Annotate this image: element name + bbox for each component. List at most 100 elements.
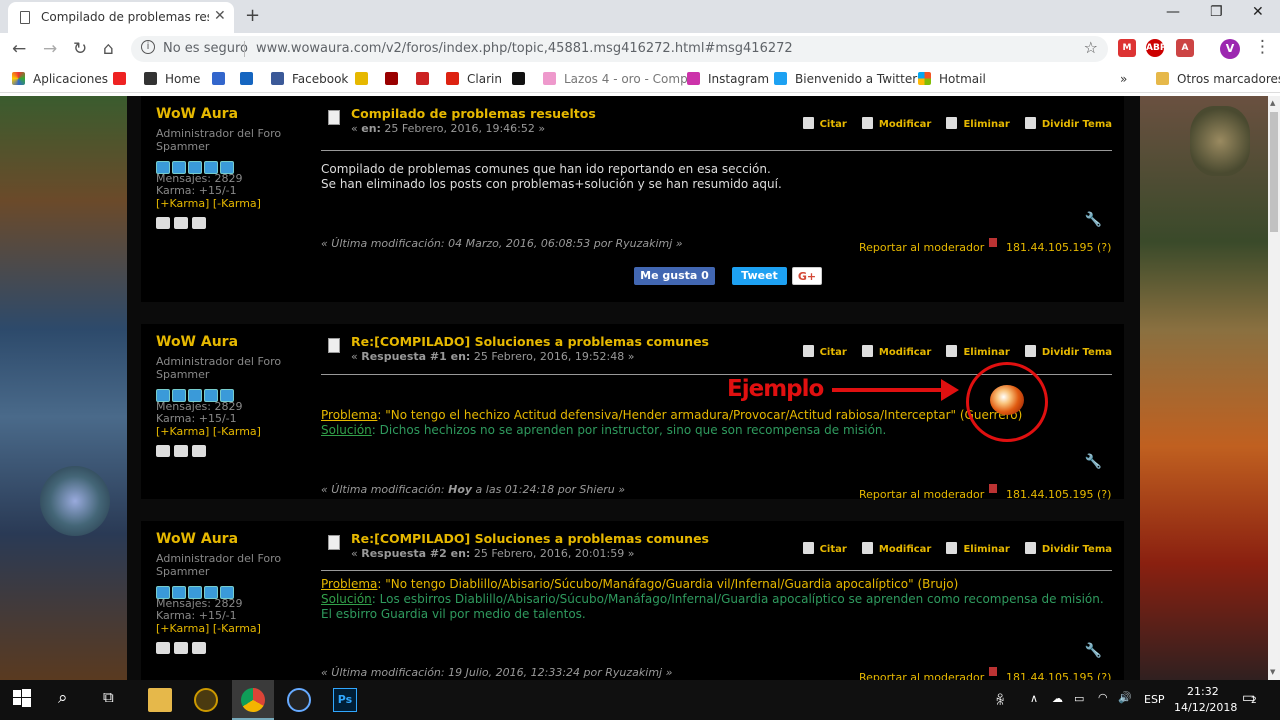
language-indicator[interactable]: ESP <box>1144 693 1165 706</box>
back-icon[interactable]: ← <box>12 39 26 59</box>
info-icon[interactable]: i <box>141 40 155 54</box>
email-icon[interactable] <box>174 217 188 229</box>
author-name[interactable]: WoW Aura <box>156 531 306 547</box>
delete-button[interactable]: Eliminar <box>946 542 1010 555</box>
profile-icon[interactable] <box>156 445 170 457</box>
scrollbar[interactable]: ▲ ▼ <box>1268 96 1280 680</box>
split-button[interactable]: Dividir Tema <box>1024 345 1112 358</box>
battery-icon[interactable]: ▭ <box>1074 692 1084 705</box>
minimize-icon[interactable]: — <box>1166 4 1180 20</box>
task-view-icon[interactable]: ⧉ <box>103 688 127 712</box>
edit-button[interactable]: Modificar <box>861 542 931 555</box>
bookmark-hotmail[interactable]: Hotmail <box>918 72 986 86</box>
post-title[interactable]: Re:[COMPILADO] Soluciones a problemas co… <box>351 334 709 349</box>
bookmark-j[interactable] <box>512 72 533 86</box>
bookmark-twitter[interactable]: Bienvenido a Twitter <box>774 72 917 86</box>
wrench-icon[interactable]: 🔧 <box>1085 643 1102 659</box>
close-tab-icon[interactable]: ✕ <box>214 8 226 24</box>
report-link[interactable]: Reportar al moderador <box>859 241 984 254</box>
tweet-button[interactable]: Tweet <box>732 267 787 285</box>
file-explorer-icon[interactable] <box>148 688 172 712</box>
clock-time[interactable]: 21:32 <box>1187 685 1219 698</box>
windows-start-icon[interactable] <box>12 688 36 712</box>
bookmark-apps[interactable]: Aplicaciones <box>12 72 108 86</box>
wrench-icon[interactable]: 🔧 <box>1085 212 1102 228</box>
bookmark-lazos[interactable]: Lazos 4 - oro - Comp <box>543 72 688 86</box>
pm-icon[interactable] <box>192 445 206 457</box>
profile-icon[interactable] <box>156 642 170 654</box>
tray-arrow-icon[interactable]: ∧ <box>1030 692 1038 705</box>
wifi-icon[interactable]: ◠ <box>1098 691 1108 704</box>
edit-button[interactable]: Modificar <box>861 117 931 130</box>
ip-address[interactable]: 181.44.105.195 (?) <box>1006 241 1111 254</box>
wow-launcher-icon[interactable] <box>194 688 218 712</box>
quote-button[interactable]: Citar <box>802 117 847 130</box>
bookmark-game[interactable] <box>385 72 406 86</box>
bookmark-m[interactable] <box>416 72 437 86</box>
clock-date[interactable]: 14/12/2018 <box>1174 701 1237 714</box>
search-icon[interactable]: ⌕ <box>58 688 82 712</box>
delete-button[interactable]: Eliminar <box>946 117 1010 130</box>
pdf-extension-icon[interactable]: A <box>1176 39 1194 57</box>
ip-address[interactable]: 181.44.105.195 (?) <box>1006 488 1111 501</box>
post-title[interactable]: Compilado de problemas resueltos <box>351 106 596 121</box>
maximize-icon[interactable]: ❐ <box>1210 4 1223 20</box>
email-icon[interactable] <box>174 642 188 654</box>
like-button[interactable]: Me gusta 0 <box>634 267 715 285</box>
karma-links[interactable]: [+Karma] [-Karma] <box>156 425 306 438</box>
email-icon[interactable] <box>174 445 188 457</box>
bookmark-star-icon[interactable]: ☆ <box>1084 38 1098 57</box>
karma-links[interactable]: [+Karma] [-Karma] <box>156 622 306 635</box>
bookmark-home[interactable]: Home <box>144 72 200 86</box>
bookmark-instagram[interactable]: Instagram <box>687 72 769 86</box>
volume-icon[interactable]: 🔊 <box>1118 691 1132 704</box>
bookmark-clarin[interactable]: Clarin <box>446 72 502 86</box>
author-name[interactable]: WoW Aura <box>156 106 306 122</box>
taskbar: ⌕ ⧉ Ps ꆜ ∧ ☁ ▭ ◠ 🔊 ESP 21:32 14/12/2018 … <box>0 680 1280 720</box>
report-link[interactable]: Reportar al moderador <box>859 671 984 680</box>
address-bar[interactable]: i No es seguro www.wowaura.com/v2/foros/… <box>131 36 1108 62</box>
split-button[interactable]: Dividir Tema <box>1024 542 1112 555</box>
scroll-thumb[interactable] <box>1270 112 1278 232</box>
author-name[interactable]: WoW Aura <box>156 334 306 350</box>
more-bookmarks-icon[interactable]: » <box>1120 72 1127 86</box>
gplus-button[interactable]: G+ <box>792 267 822 285</box>
other-bookmarks[interactable]: Otros marcadores <box>1156 72 1280 86</box>
split-button[interactable]: Dividir Tema <box>1024 117 1112 130</box>
pm-icon[interactable] <box>192 217 206 229</box>
forward-icon[interactable]: → <box>43 39 57 59</box>
chrome-taskbar-button[interactable] <box>232 680 274 720</box>
karma-links[interactable]: [+Karma] [-Karma] <box>156 197 306 210</box>
bookmark-site[interactable] <box>212 72 233 86</box>
cloud-icon[interactable]: ☁ <box>1052 692 1063 705</box>
delete-button[interactable]: Eliminar <box>946 345 1010 358</box>
bookmark-facebook[interactable]: Facebook <box>271 72 348 86</box>
bookmark-t[interactable] <box>240 72 261 86</box>
profile-icon[interactable] <box>156 217 170 229</box>
bookmark-bird[interactable] <box>355 72 376 86</box>
reload-icon[interactable]: ↻ <box>73 39 87 59</box>
menu-icon[interactable]: ⋮ <box>1254 37 1271 57</box>
new-tab-icon[interactable]: + <box>245 5 260 26</box>
close-window-icon[interactable]: ✕ <box>1252 4 1264 20</box>
people-icon[interactable]: ꆜ <box>995 692 1005 709</box>
pm-icon[interactable] <box>192 642 206 654</box>
post-title[interactable]: Re:[COMPILADO] Soluciones a problemas co… <box>351 531 709 546</box>
scroll-up-icon[interactable]: ▲ <box>1270 99 1275 107</box>
report-link[interactable]: Reportar al moderador <box>859 488 984 501</box>
edit-button[interactable]: Modificar <box>861 345 931 358</box>
home-icon[interactable]: ⌂ <box>103 39 114 59</box>
quote-button[interactable]: Citar <box>802 345 847 358</box>
wrench-icon[interactable]: 🔧 <box>1085 454 1102 470</box>
url-text[interactable]: www.wowaura.com/v2/foros/index.php/topic… <box>256 41 793 56</box>
ip-address[interactable]: 181.44.105.195 (?) <box>1006 671 1111 680</box>
battlenet-icon[interactable] <box>287 688 311 712</box>
adblock-extension-icon[interactable]: ABP <box>1146 39 1166 57</box>
photoshop-icon[interactable]: Ps <box>333 688 357 712</box>
profile-avatar[interactable]: V <box>1220 39 1240 59</box>
scroll-down-icon[interactable]: ▼ <box>1270 668 1275 676</box>
quote-button[interactable]: Citar <box>802 542 847 555</box>
bookmark-youtube[interactable] <box>113 72 134 86</box>
gmail-extension-icon[interactable]: M <box>1118 39 1136 57</box>
browser-tab[interactable]: Compilado de problemas resuelt ✕ <box>8 2 234 33</box>
